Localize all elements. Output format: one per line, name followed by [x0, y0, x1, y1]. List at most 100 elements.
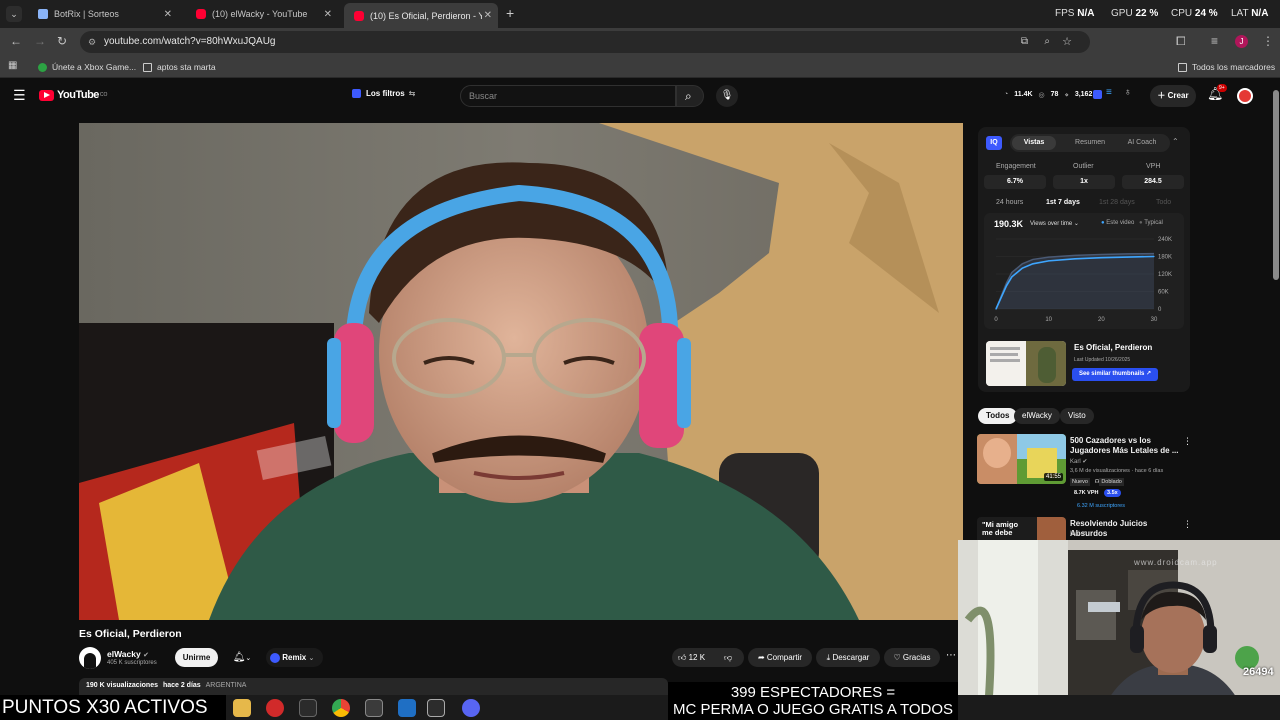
search-icon: ⌕ [685, 89, 692, 103]
profile-avatar[interactable]: J [1235, 35, 1248, 48]
vscode-icon[interactable] [398, 699, 416, 717]
chart-y-tick-label: 240K [1158, 237, 1172, 243]
chart-y-tick-label: 0 [1158, 307, 1162, 313]
discord-icon[interactable] [462, 699, 480, 717]
tab-vistas[interactable]: Vistas [1012, 136, 1056, 150]
chrome-icon[interactable] [332, 699, 350, 717]
chip-todos[interactable]: Todos [978, 408, 1018, 424]
apps-grid-icon[interactable]: ▦ [8, 60, 17, 71]
video-player[interactable] [79, 123, 963, 620]
url-text: youtube.com/watch?v=80hWxuJQAUg [104, 36, 276, 47]
remix-button[interactable]: Remix ⌄ [266, 648, 323, 667]
extensions-icon[interactable]: ⧠ [1176, 34, 1186, 49]
chevron-down-icon: ⌄ [245, 655, 252, 662]
chip-elwacky[interactable]: elWacky [1014, 408, 1060, 424]
share-button[interactable]: ➦ Compartir [748, 648, 812, 667]
app-legacy-icon[interactable] [299, 699, 317, 717]
close-tab-icon[interactable]: ✕ [484, 10, 492, 21]
notification-bell-dropdown[interactable]: 🔔︎⌄ [226, 648, 258, 667]
voice-search-button[interactable]: 🎙 [716, 85, 738, 107]
extension-iq-icon[interactable] [1093, 90, 1102, 99]
rec-channel-name: Ibai [1070, 531, 1080, 537]
new-tab-button[interactable]: + [506, 5, 514, 21]
list-icon[interactable]: ≡ [1106, 87, 1112, 98]
remix-icon [270, 652, 280, 663]
iq-badge[interactable]: IQ [986, 136, 1002, 150]
recommended-video[interactable]: 41:55 500 Cazadores vs los Jugadores Más… [977, 434, 1192, 514]
site-info-icon[interactable]: ⚙ [88, 31, 96, 53]
rec-channel: Ibai ✔ [1070, 530, 1086, 537]
more-actions-icon[interactable]: ⋯ [946, 650, 956, 661]
install-app-icon[interactable]: ⧉ [1021, 31, 1028, 53]
youtube-logo[interactable]: YouTube CO [39, 89, 107, 101]
channel-avatar[interactable] [79, 647, 101, 669]
close-tab-icon[interactable]: ✕ [164, 9, 172, 20]
tab-resumen[interactable]: Resumen [1068, 136, 1112, 150]
back-icon[interactable]: ← [10, 34, 22, 48]
rec-menu-icon[interactable]: ⋮ [1183, 519, 1192, 530]
tab-elwacky[interactable]: (10) elWacky - YouTube ✕ [186, 3, 338, 25]
folder-icon [1178, 62, 1187, 72]
bookmark-xbox[interactable]: Únete a Xbox Game... [38, 62, 136, 72]
video-thumbnail[interactable] [986, 341, 1066, 386]
filters-logo-icon [352, 89, 361, 98]
bookmark-star-icon[interactable]: ☆ [1062, 31, 1072, 53]
all-bookmarks[interactable]: Todos los marcadores [1178, 62, 1275, 72]
thumbnail-updated: Last Updated 10/26/2025 [1074, 357, 1131, 363]
download-icon: ⤓ [826, 653, 831, 662]
metric-vph-value: 284.5 [1122, 175, 1184, 189]
search-input[interactable]: Buscar [460, 85, 676, 107]
bookmark-aptos[interactable]: aptos sta marta [143, 62, 216, 72]
views-over-time-dropdown[interactable]: Views over time ⌄ [1030, 220, 1079, 227]
calculator-icon[interactable] [365, 699, 383, 717]
opera-icon[interactable] [266, 699, 284, 717]
range-first-28-days[interactable]: 1st 28 days [1099, 199, 1135, 206]
range-all[interactable]: Todo [1156, 199, 1171, 206]
folder-icon [143, 62, 152, 72]
dislike-button[interactable]: 👎︎ [724, 648, 732, 667]
range-24h[interactable]: 24 hours [996, 199, 1023, 206]
close-tab-icon[interactable]: ✕ [324, 9, 332, 20]
filters-button[interactable]: Los filtros ⇆ [352, 89, 415, 98]
legend-dot-this: ● [1101, 220, 1105, 226]
tab-ai-coach[interactable]: AI Coach [1118, 136, 1166, 150]
tab-search-chevron-icon[interactable]: ⌄ [6, 6, 22, 22]
rec-menu-icon[interactable]: ⋮ [1183, 436, 1192, 447]
channel-name[interactable]: elWacky ✔ [107, 649, 149, 659]
chart-y-tick-label: 60K [1158, 290, 1169, 296]
rec-thumbnail[interactable]: "Mi amigo me debe [977, 517, 1066, 540]
like-button[interactable]: 👍︎ 12 K [678, 648, 705, 667]
file-explorer-icon[interactable] [233, 699, 251, 717]
reading-list-icon[interactable]: ≡ [1211, 34, 1218, 48]
tab-botrix[interactable]: BotRix | Sorteos ✕ [28, 3, 178, 25]
see-similar-thumbnails-button[interactable]: See similar thumbnails ↗ [1072, 368, 1158, 381]
tab-es-oficial[interactable]: (10) Es Oficial, Perdieron - YouT ✕ [344, 3, 498, 28]
rec-thumbnail[interactable]: 41:55 [977, 434, 1066, 484]
rec-channel: Karl ✔ [1070, 458, 1087, 465]
epic-games-icon[interactable] [427, 699, 445, 717]
zoom-icon[interactable]: ⌕ [1044, 31, 1050, 53]
collapse-icon[interactable]: ⌃ [1172, 137, 1179, 146]
join-button[interactable]: Unirme [175, 648, 218, 667]
hamburger-menu-icon[interactable]: ☰ [13, 87, 26, 104]
header-stat3: 3,162 [1074, 91, 1093, 98]
country-code: CO [99, 92, 108, 98]
chip-visto[interactable]: Visto [1060, 408, 1094, 424]
reload-icon[interactable]: ↻ [57, 34, 67, 48]
description-box[interactable]: 190 K visualizaciones hace 2 días ARGENT… [79, 678, 668, 695]
tab-bar: ⌄ BotRix | Sorteos ✕ (10) elWacky - YouT… [0, 0, 1280, 28]
account-avatar[interactable] [1237, 88, 1253, 104]
plus-icon: ＋ [1157, 91, 1166, 100]
range-first-7-days[interactable]: 1st 7 days [1046, 199, 1080, 206]
see-similar-label: See similar thumbnails [1078, 371, 1145, 377]
search-button[interactable]: ⌕ [676, 85, 704, 107]
bulb-icon[interactable]: ♁ [1124, 87, 1132, 98]
create-button[interactable]: ＋ Crear [1150, 85, 1196, 107]
thanks-button[interactable]: ♡ Gracias [884, 648, 940, 667]
download-button[interactable]: ⤓ Descargar [816, 648, 880, 667]
recommended-video[interactable]: "Mi amigo me debe Resolviendo Juicios Ab… [977, 517, 1192, 541]
browser-menu-icon[interactable]: ⋮ [1262, 34, 1274, 48]
scrollbar-thumb[interactable] [1273, 90, 1279, 280]
url-input[interactable]: ⚙ youtube.com/watch?v=80hWxuJQAUg ⧉ ⌕ ☆ [80, 31, 1090, 53]
forward-icon[interactable]: → [34, 34, 46, 48]
